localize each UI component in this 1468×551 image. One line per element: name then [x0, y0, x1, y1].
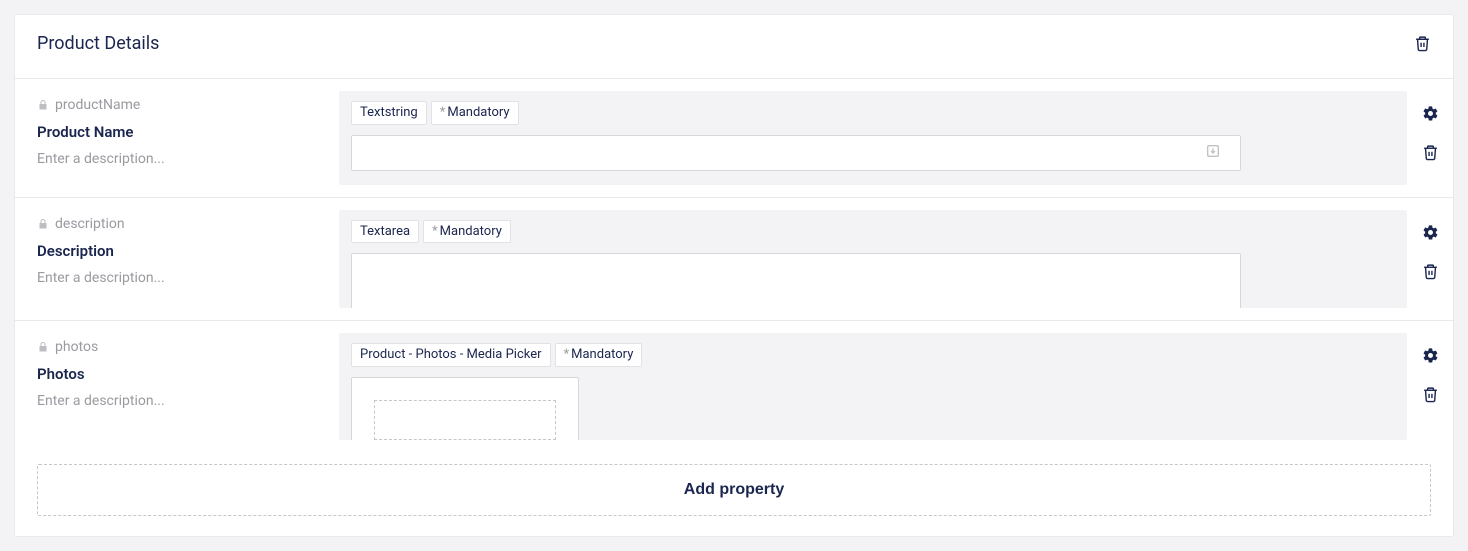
property-alias: productName: [37, 97, 317, 113]
media-drop-zone[interactable]: [374, 400, 556, 440]
property-label[interactable]: Description: [37, 242, 317, 260]
property-description-placeholder[interactable]: Enter a description...: [37, 393, 317, 409]
trash-icon: [1422, 386, 1439, 403]
property-alias: description: [37, 216, 317, 232]
trash-icon: [1422, 144, 1439, 161]
property-description-placeholder[interactable]: Enter a description...: [37, 270, 317, 286]
badge-row: Textstring *Mandatory: [351, 101, 1395, 125]
property-description-placeholder[interactable]: Enter a description...: [37, 151, 317, 167]
property-row-productname: productName Product Name Enter a descrip…: [15, 79, 1453, 198]
type-badge[interactable]: Textarea: [351, 220, 419, 244]
settings-button[interactable]: [1422, 105, 1439, 122]
trash-icon: [1422, 263, 1439, 280]
textstring-input[interactable]: [352, 136, 1240, 170]
property-meta: photos Photos Enter a description...: [15, 321, 339, 452]
textarea-input[interactable]: [352, 254, 1240, 308]
gear-icon: [1422, 224, 1439, 241]
add-property-button[interactable]: Add property: [37, 464, 1431, 516]
mandatory-badge[interactable]: *Mandatory: [555, 343, 643, 367]
delete-property-button[interactable]: [1422, 263, 1439, 280]
lock-icon: [37, 341, 49, 353]
property-actions: [1407, 321, 1453, 452]
alias-text[interactable]: description: [55, 216, 125, 232]
property-editor-area: Product - Photos - Media Picker *Mandato…: [339, 333, 1407, 440]
alias-text[interactable]: photos: [55, 339, 98, 355]
property-actions: [1407, 198, 1453, 321]
delete-property-button[interactable]: [1422, 144, 1439, 161]
property-label[interactable]: Product Name: [37, 123, 317, 141]
mandatory-badge[interactable]: *Mandatory: [431, 101, 519, 125]
add-property-area: Add property: [15, 452, 1453, 536]
panel-title[interactable]: Product Details: [37, 33, 159, 54]
type-badge[interactable]: Textstring: [351, 101, 427, 125]
type-badge[interactable]: Product - Photos - Media Picker: [351, 343, 551, 367]
lock-icon: [37, 218, 49, 230]
mandatory-badge[interactable]: *Mandatory: [423, 220, 511, 244]
gear-icon: [1422, 347, 1439, 364]
delete-group-button[interactable]: [1414, 35, 1431, 52]
property-actions: [1407, 79, 1453, 197]
gear-icon: [1422, 105, 1439, 122]
property-editor-area: Textstring *Mandatory: [339, 91, 1407, 185]
panel-header: Product Details: [15, 15, 1453, 79]
delete-property-button[interactable]: [1422, 386, 1439, 403]
alias-text[interactable]: productName: [55, 97, 140, 113]
product-details-panel: Product Details productName Product Name…: [14, 14, 1454, 537]
property-label[interactable]: Photos: [37, 365, 317, 383]
badge-row: Textarea *Mandatory: [351, 220, 1395, 244]
trash-icon: [1414, 35, 1431, 52]
badge-row: Product - Photos - Media Picker *Mandato…: [351, 343, 1395, 367]
lock-icon: [37, 99, 49, 111]
property-meta: description Description Enter a descript…: [15, 198, 339, 321]
settings-button[interactable]: [1422, 224, 1439, 241]
property-meta: productName Product Name Enter a descrip…: [15, 79, 339, 197]
settings-button[interactable]: [1422, 347, 1439, 364]
property-editor-area: Textarea *Mandatory: [339, 210, 1407, 309]
property-row-photos: photos Photos Enter a description... Pro…: [15, 321, 1453, 452]
property-row-description: description Description Enter a descript…: [15, 198, 1453, 322]
property-alias: photos: [37, 339, 317, 355]
media-picker-box[interactable]: [351, 377, 579, 440]
